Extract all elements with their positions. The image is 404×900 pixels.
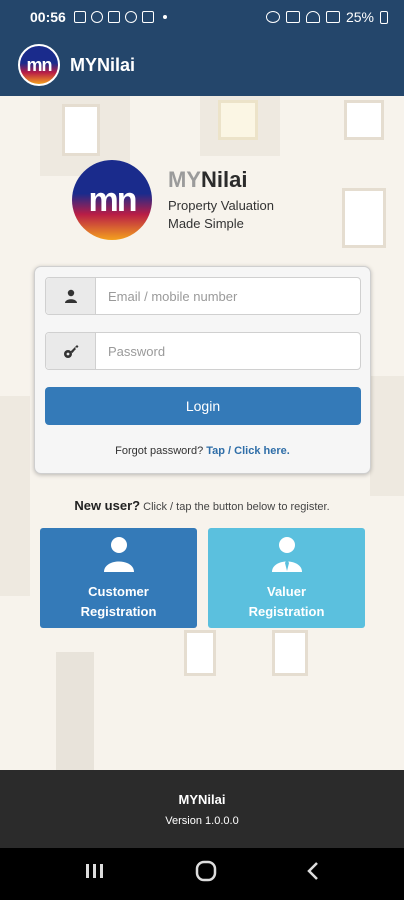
battery-percent: 25% — [345, 9, 374, 25]
valuer-label-line2: Registration — [248, 604, 325, 619]
new-user-hint: Click / tap the button below to register… — [143, 501, 330, 513]
notification-icons — [73, 11, 167, 23]
battery-icon — [380, 10, 388, 24]
status-bar: 00:56 25% — [0, 0, 404, 34]
footer-version: Version 1.0.0.0 — [165, 815, 239, 827]
app-title: MYNilai — [70, 54, 136, 75]
recent-apps-button[interactable] — [84, 862, 106, 886]
password-input[interactable] — [96, 333, 360, 369]
app-icon — [107, 11, 120, 23]
home-button[interactable] — [195, 860, 217, 888]
new-user-prompt: New user? Click / tap the button below t… — [0, 498, 404, 513]
forgot-password-link[interactable]: Tap / Click here. — [206, 445, 290, 457]
forgot-password: Forgot password? Tap / Click here. — [35, 445, 370, 457]
app-logo: mn — [18, 44, 60, 86]
system-indicators: 25% — [265, 9, 388, 25]
brand-logo: mn — [72, 160, 152, 240]
forgot-password-text: Forgot password? — [115, 445, 204, 457]
customer-label-line2: Registration — [80, 604, 157, 619]
more-notifications-icon — [162, 15, 167, 19]
footer-title: MYNilai — [178, 792, 226, 807]
brand-name: MYNilai — [168, 167, 274, 193]
tagline-line1: Property Valuation — [168, 198, 274, 213]
user-icon — [46, 278, 96, 314]
valuer-registration-button[interactable]: Valuer Registration — [208, 528, 365, 628]
brand-name-suffix: Nilai — [201, 167, 248, 192]
brand-logo-text: mn — [88, 180, 138, 219]
app-bar: mn MYNilai — [0, 34, 404, 96]
email-input[interactable] — [96, 278, 360, 314]
app-logo-text: mn — [26, 54, 53, 75]
customer-icon — [103, 537, 134, 572]
valuer-icon — [271, 537, 302, 572]
photo-icon — [141, 11, 154, 23]
wifi-icon — [305, 11, 320, 23]
brand-tagline: Property Valuation Made Simple — [168, 197, 274, 233]
brand-text: MYNilai Property Valuation Made Simple — [168, 167, 274, 233]
signal-icon — [325, 11, 340, 23]
brand-header: mn MYNilai Property Valuation Made Simpl… — [72, 160, 274, 240]
mute-icon — [285, 11, 300, 23]
login-card: Login Forgot password? Tap / Click here. — [34, 266, 371, 474]
tagline-line2: Made Simple — [168, 216, 244, 231]
login-button[interactable]: Login — [45, 387, 361, 425]
customer-registration-button[interactable]: Customer Registration — [40, 528, 197, 628]
password-field — [45, 332, 361, 370]
email-field — [45, 277, 361, 315]
system-nav-bar — [0, 848, 404, 900]
gallery-icon — [73, 11, 86, 23]
new-user-label: New user? — [74, 498, 141, 513]
messenger-icon — [124, 11, 137, 23]
back-button[interactable] — [306, 861, 320, 887]
footer: MYNilai Version 1.0.0.0 — [0, 770, 404, 848]
alarm-icon — [265, 11, 280, 23]
status-time: 00:56 — [30, 9, 66, 25]
valuer-label-line1: Valuer — [266, 584, 307, 599]
brand-name-prefix: MY — [168, 167, 201, 192]
key-icon — [46, 333, 96, 369]
telegram-icon — [90, 11, 103, 23]
customer-label-line1: Customer — [88, 584, 149, 599]
